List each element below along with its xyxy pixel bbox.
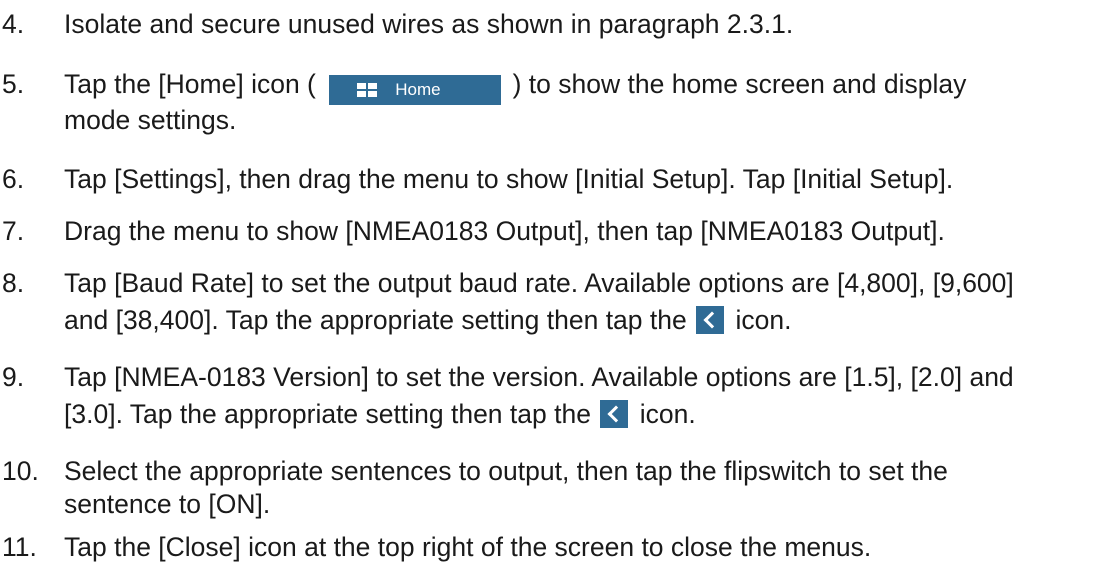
step-text: Drag the menu to show [NMEA0183 Output],…	[64, 216, 945, 246]
home-grid-icon	[357, 83, 378, 97]
step-number: 4.	[2, 9, 25, 39]
step-number: 6.	[2, 164, 25, 194]
step-text: Tap [Baud Rate] to set the output baud r…	[64, 268, 1014, 298]
step-text-post: ) to show the home screen and display	[512, 69, 967, 99]
step-text-pre: Tap the [Home] icon (	[64, 69, 316, 99]
back-chevron-icon	[600, 400, 629, 428]
step-number: 11.	[2, 532, 37, 562]
step-number: 10.	[2, 456, 39, 486]
step-text-pre: and [38,400]. Tap the appropriate settin…	[64, 305, 687, 335]
step-text-pre: [3.0]. Tap the appropriate setting then …	[64, 399, 591, 429]
step-text: Tap the [Home] icon ( Home ) to show the…	[64, 66, 1112, 105]
step-number: 7.	[2, 216, 25, 246]
step-text: sentence to [ON].	[64, 489, 271, 519]
back-chevron-icon	[696, 306, 725, 334]
step-number: 8.	[2, 268, 25, 298]
step-text: Tap [Settings], then drag the menu to sh…	[64, 164, 954, 194]
step-text: mode settings.	[64, 105, 237, 135]
step-text: and [38,400]. Tap the appropriate settin…	[64, 302, 1112, 338]
step-text: Isolate and secure unused wires as shown…	[64, 9, 794, 39]
step-text-post: icon.	[735, 305, 792, 335]
step-text: Select the appropriate sentences to outp…	[64, 456, 948, 486]
step-number: 5.	[2, 69, 25, 99]
step-text: Tap [NMEA-0183 Version] to set the versi…	[64, 362, 1014, 392]
step-number: 9.	[2, 362, 25, 392]
step-text: Tap the [Close] icon at the top right of…	[64, 532, 872, 562]
step-text: [3.0]. Tap the appropriate setting then …	[64, 396, 1112, 432]
home-button[interactable]: Home	[329, 75, 502, 105]
step-text-post: icon.	[639, 399, 696, 429]
home-button-label: Home	[395, 80, 441, 99]
instruction-list: 4. Isolate and secure unused wires as sh…	[0, 0, 1112, 562]
